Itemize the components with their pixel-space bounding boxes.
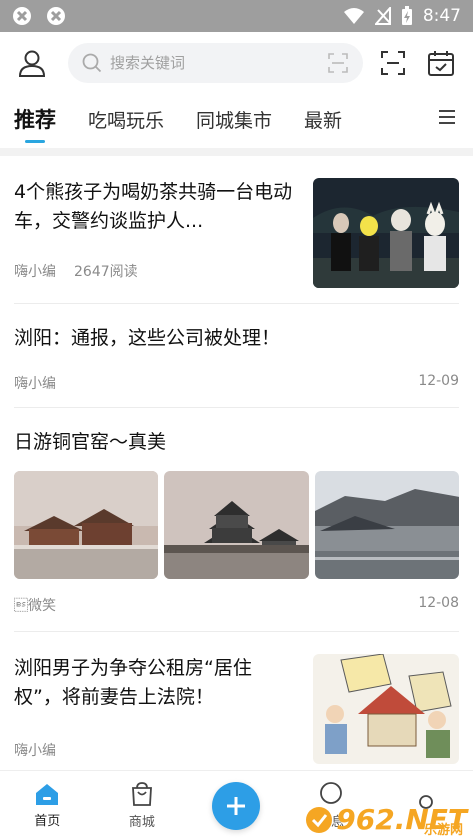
article-meta: 微笑 12-08 <box>14 595 459 615</box>
status-time: 8:47 <box>422 6 461 26</box>
search-input[interactable] <box>110 54 319 72</box>
article-date: 12-09 <box>418 373 459 389</box>
article-author: 嗨小编 <box>14 376 56 392</box>
watermark-sub: 乐游网 <box>423 823 463 838</box>
nav-home[interactable]: 首页 <box>17 782 77 829</box>
app-notification-icon <box>47 7 65 25</box>
category-tabs: 推荐 吃喝玩乐 同城集市 最新 <box>0 94 473 144</box>
watermark-logo-icon <box>306 806 333 833</box>
menu-icon <box>439 110 455 124</box>
article-reads: 2647阅读 <box>74 264 138 280</box>
no-signal-icon <box>374 7 391 25</box>
site-watermark: 962.NET 乐游网 <box>304 803 467 838</box>
nav-mall[interactable]: 商城 <box>112 781 172 830</box>
news-feed: 4个熊孩子为喝奶茶共骑一台电动车，交警约谈监护人... 嗨小编 2647阅读 浏… <box>0 156 473 766</box>
battery-charging-icon <box>401 6 412 25</box>
article-title: 日游铜官窑～真美 <box>14 431 167 453</box>
tab-food-fun[interactable]: 吃喝玩乐 <box>88 106 164 133</box>
article-card[interactable]: 日游铜官窑～真美 <box>14 408 459 632</box>
article-author: 微笑 <box>14 598 56 614</box>
article-card[interactable]: 4个熊孩子为喝奶茶共骑一台电动车，交警约谈监护人... 嗨小编 2647阅读 <box>14 156 459 304</box>
article-title: 浏阳：通报，这些公司被处理！ <box>14 327 281 349</box>
scan-icon <box>381 51 405 75</box>
article-image <box>164 471 309 579</box>
article-title: 浏阳男子为争夺公租房“居住权”，将前妻告上法院！ <box>14 657 252 708</box>
article-image <box>14 471 159 579</box>
calendar-checkin-button[interactable] <box>423 45 459 81</box>
article-author: 嗨小编 <box>14 264 56 280</box>
article-text: 浏阳男子为争夺公租房“居住权”，将前妻告上法院！ 嗨小编 <box>14 654 313 766</box>
tab-latest[interactable]: 最新 <box>304 106 342 133</box>
scan-button[interactable] <box>375 45 411 81</box>
article-text: 4个熊孩子为喝奶茶共骑一台电动车，交警约谈监护人... 嗨小编 2647阅读 <box>14 178 313 303</box>
shopping-bag-icon <box>131 782 152 806</box>
top-bar <box>0 32 473 94</box>
article-thumbnail <box>313 654 459 764</box>
tab-recommended[interactable]: 推荐 <box>14 104 56 134</box>
article-image <box>314 471 459 579</box>
user-icon <box>18 50 46 77</box>
search-bar[interactable] <box>68 43 363 83</box>
nav-home-label: 首页 <box>34 814 61 829</box>
nav-mall-label: 商城 <box>128 815 155 830</box>
section-divider <box>0 148 473 156</box>
nav-post[interactable] <box>206 781 266 830</box>
article-title: 4个熊孩子为喝奶茶共骑一台电动车，交警约谈监护人... <box>14 181 293 232</box>
scan-in-search-icon[interactable] <box>327 52 349 74</box>
wifi-icon <box>343 8 364 24</box>
app-notification-icon <box>13 7 31 25</box>
profile-button[interactable] <box>14 45 50 81</box>
article-card[interactable]: 浏阳：通报，这些公司被处理！ 嗨小编 12-09 <box>14 304 459 408</box>
article-meta: 嗨小编 <box>14 740 56 760</box>
home-icon <box>36 784 59 805</box>
tab-local-market[interactable]: 同城集市 <box>196 106 272 133</box>
article-meta: 嗨小编 12-09 <box>14 373 459 393</box>
article-author: 嗨小编 <box>14 743 56 759</box>
search-icon <box>82 53 102 73</box>
plus-icon <box>227 796 246 815</box>
article-date: 12-08 <box>418 595 459 611</box>
article-thumbnail <box>313 178 459 288</box>
status-bar: 8:47 <box>0 0 473 32</box>
article-card[interactable]: 浏阳男子为争夺公租房“居住权”，将前妻告上法院！ 嗨小编 <box>14 632 459 766</box>
calendar-check-icon <box>428 51 454 76</box>
article-image-gallery <box>14 471 459 579</box>
post-button[interactable] <box>212 781 261 830</box>
tabs-menu-button[interactable] <box>437 108 457 130</box>
article-meta: 嗨小编 2647阅读 <box>14 261 138 281</box>
